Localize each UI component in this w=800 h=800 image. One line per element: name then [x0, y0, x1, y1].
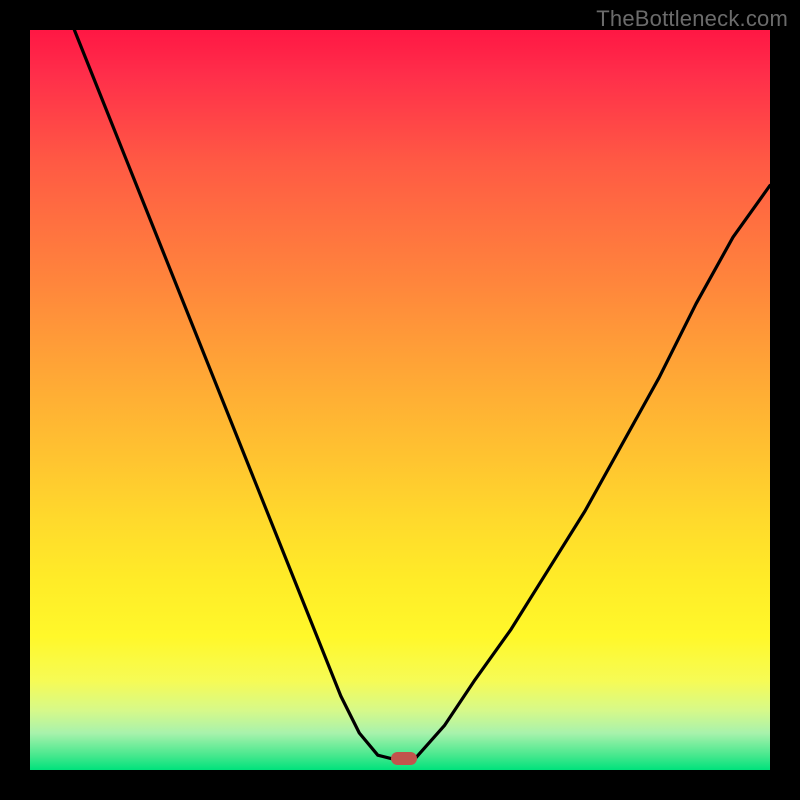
minimum-marker: [391, 752, 417, 765]
watermark-text: TheBottleneck.com: [596, 6, 788, 32]
chart-frame: TheBottleneck.com: [0, 0, 800, 800]
plot-area: [30, 30, 770, 770]
bottleneck-curve: [30, 30, 770, 770]
